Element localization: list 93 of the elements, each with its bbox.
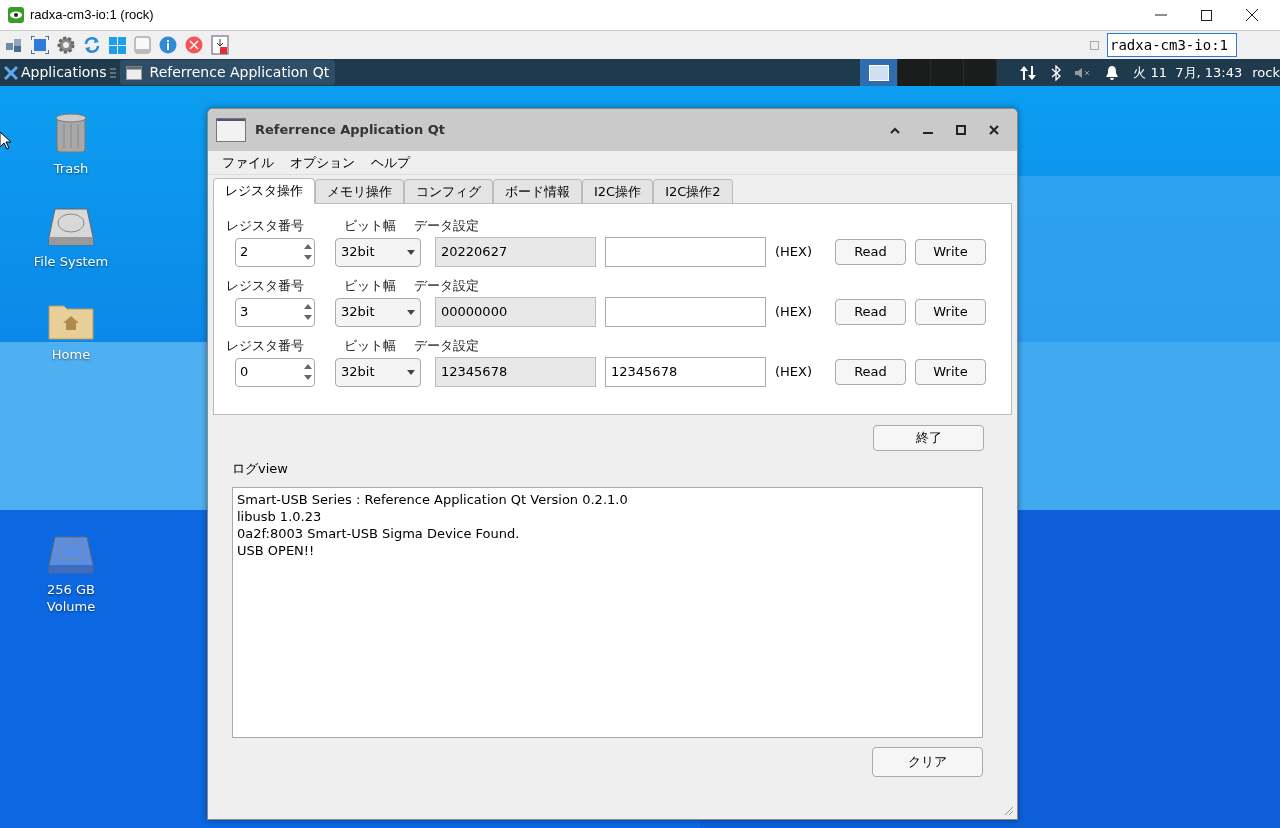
- download-file-icon[interactable]: [211, 35, 229, 55]
- write-value-field[interactable]: [605, 297, 766, 327]
- bit-width-label: ビット幅: [343, 217, 397, 236]
- user-name[interactable]: rock: [1252, 62, 1280, 83]
- clock[interactable]: 火 11 7月, 13:43: [1133, 62, 1243, 83]
- read-button[interactable]: Read: [835, 359, 906, 385]
- register-number-label: レジスタ番号: [225, 337, 305, 356]
- trash-icon: [53, 110, 89, 154]
- menu-item[interactable]: ファイル: [214, 152, 282, 173]
- register-number-label: レジスタ番号: [225, 217, 305, 236]
- window-title: Referrence Application Qt: [255, 121, 445, 140]
- applications-menu[interactable]: Applications: [0, 59, 107, 86]
- hex-unit-label: (HEX): [775, 303, 814, 322]
- hex-unit-label: (HEX): [775, 243, 814, 262]
- workspace-button[interactable]: [860, 59, 899, 86]
- hex-unit-label: (HEX): [775, 363, 814, 382]
- tab[interactable]: コンフィグ: [404, 179, 493, 203]
- log-text-area[interactable]: Smart-USB Series : Reference Application Qt Version 0.2.1.0 libusb 1.0.23 0a2f:8003 Smart-USB Sigma Device Found. USB OPEN!!: [232, 486, 983, 738]
- log-line: USB OPEN!!: [237, 541, 316, 559]
- shade-icon[interactable]: [890, 126, 900, 134]
- log-view-label: ログview: [232, 460, 289, 478]
- spin-arrows-icon: [304, 302, 312, 322]
- write-value-field[interactable]: 12345678: [605, 357, 766, 387]
- window-icon: [125, 65, 142, 80]
- bit-width-dropdown[interactable]: 32bit: [335, 297, 421, 327]
- log-line: Smart-USB Series : Reference Application Qt Version 0.2.1.0: [237, 490, 629, 508]
- tab[interactable]: レジスタ操作: [213, 178, 315, 204]
- network-icon[interactable]: [1019, 63, 1038, 82]
- cubes-icon[interactable]: [5, 37, 23, 53]
- read-button[interactable]: Read: [835, 299, 906, 325]
- bit-width-dropdown[interactable]: 32bit: [335, 237, 421, 267]
- minimize-icon[interactable]: [923, 132, 933, 136]
- quit-button[interactable]: 終了: [873, 425, 984, 451]
- clear-button[interactable]: クリア: [872, 746, 983, 777]
- desktop-icon-label[interactable]: 256 GB Volume: [31, 581, 111, 615]
- register-spinbox[interactable]: 2: [235, 237, 315, 267]
- write-button[interactable]: Write: [915, 239, 986, 265]
- spin-arrows-icon: [304, 362, 312, 382]
- windows-icon[interactable]: [109, 36, 126, 54]
- data-setting-label: データ設定: [414, 217, 479, 236]
- gear-icon[interactable]: [57, 36, 75, 54]
- tab[interactable]: メモリ操作: [315, 179, 404, 203]
- log-line: 0a2f:8003 Smart-USB Sigma Device Found.: [237, 524, 521, 542]
- maximize-icon[interactable]: [1201, 9, 1212, 21]
- tab[interactable]: I2C操作2: [653, 179, 733, 203]
- data-setting-label: データ設定: [414, 337, 479, 356]
- resize-grip-icon[interactable]: [1004, 806, 1014, 816]
- home-folder-icon: [48, 302, 94, 340]
- window-icon: [868, 64, 889, 81]
- refresh-icon[interactable]: [83, 36, 101, 54]
- window-icon: [216, 118, 246, 142]
- eye-app-icon: [8, 7, 24, 23]
- separator-icon: [109, 67, 116, 78]
- caret-icon: [407, 249, 415, 255]
- hard-drive-icon: [47, 207, 95, 247]
- read-value-field[interactable]: 12345678: [435, 357, 596, 387]
- bell-icon[interactable]: [1105, 64, 1120, 81]
- bit-width-dropdown[interactable]: 32bit: [335, 357, 421, 387]
- tab[interactable]: I2C操作: [582, 179, 654, 203]
- register-spinbox[interactable]: 3: [235, 297, 315, 327]
- read-value-field[interactable]: 00000000: [435, 297, 596, 327]
- bluetooth-icon[interactable]: [1051, 64, 1062, 81]
- register-number-label: レジスタ番号: [225, 277, 305, 296]
- write-button[interactable]: Write: [915, 299, 986, 325]
- disconnect-icon[interactable]: [185, 36, 203, 54]
- spin-arrows-icon: [304, 242, 312, 262]
- fullscreen-icon[interactable]: [31, 36, 49, 54]
- close-icon[interactable]: [1246, 9, 1258, 21]
- data-setting-label: データ設定: [414, 277, 479, 296]
- read-button[interactable]: Read: [835, 239, 906, 265]
- read-value-field[interactable]: 20220627: [435, 237, 596, 267]
- muted-speaker-icon[interactable]: [1075, 66, 1092, 79]
- menu-item[interactable]: オプション: [282, 152, 363, 173]
- bit-width-label: ビット幅: [343, 337, 397, 356]
- xfce-logo-icon: [4, 65, 18, 80]
- info-icon[interactable]: [159, 36, 177, 54]
- host-field[interactable]: radxa-cm3-io:1: [1107, 33, 1237, 57]
- bit-width-label: ビット幅: [343, 277, 397, 296]
- caret-icon: [407, 309, 415, 315]
- window-title: radxa-cm3-io:1 (rock): [30, 6, 154, 25]
- write-value-field[interactable]: [605, 237, 766, 267]
- register-spinbox[interactable]: 0: [235, 357, 315, 387]
- hard-drive-icon: [47, 535, 95, 575]
- log-line: libusb 1.0.23: [237, 507, 323, 525]
- tab[interactable]: ボード情報: [493, 179, 582, 203]
- checkbox-icon[interactable]: [1090, 40, 1099, 50]
- maximize-icon[interactable]: [956, 125, 966, 135]
- caret-icon: [407, 369, 415, 375]
- taskbar-item[interactable]: Referrence Application Qt: [119, 60, 336, 85]
- close-icon[interactable]: [989, 125, 999, 135]
- mouse-cursor-icon: [0, 132, 12, 150]
- menu-item[interactable]: ヘルプ: [363, 152, 418, 173]
- write-button[interactable]: Write: [915, 359, 986, 385]
